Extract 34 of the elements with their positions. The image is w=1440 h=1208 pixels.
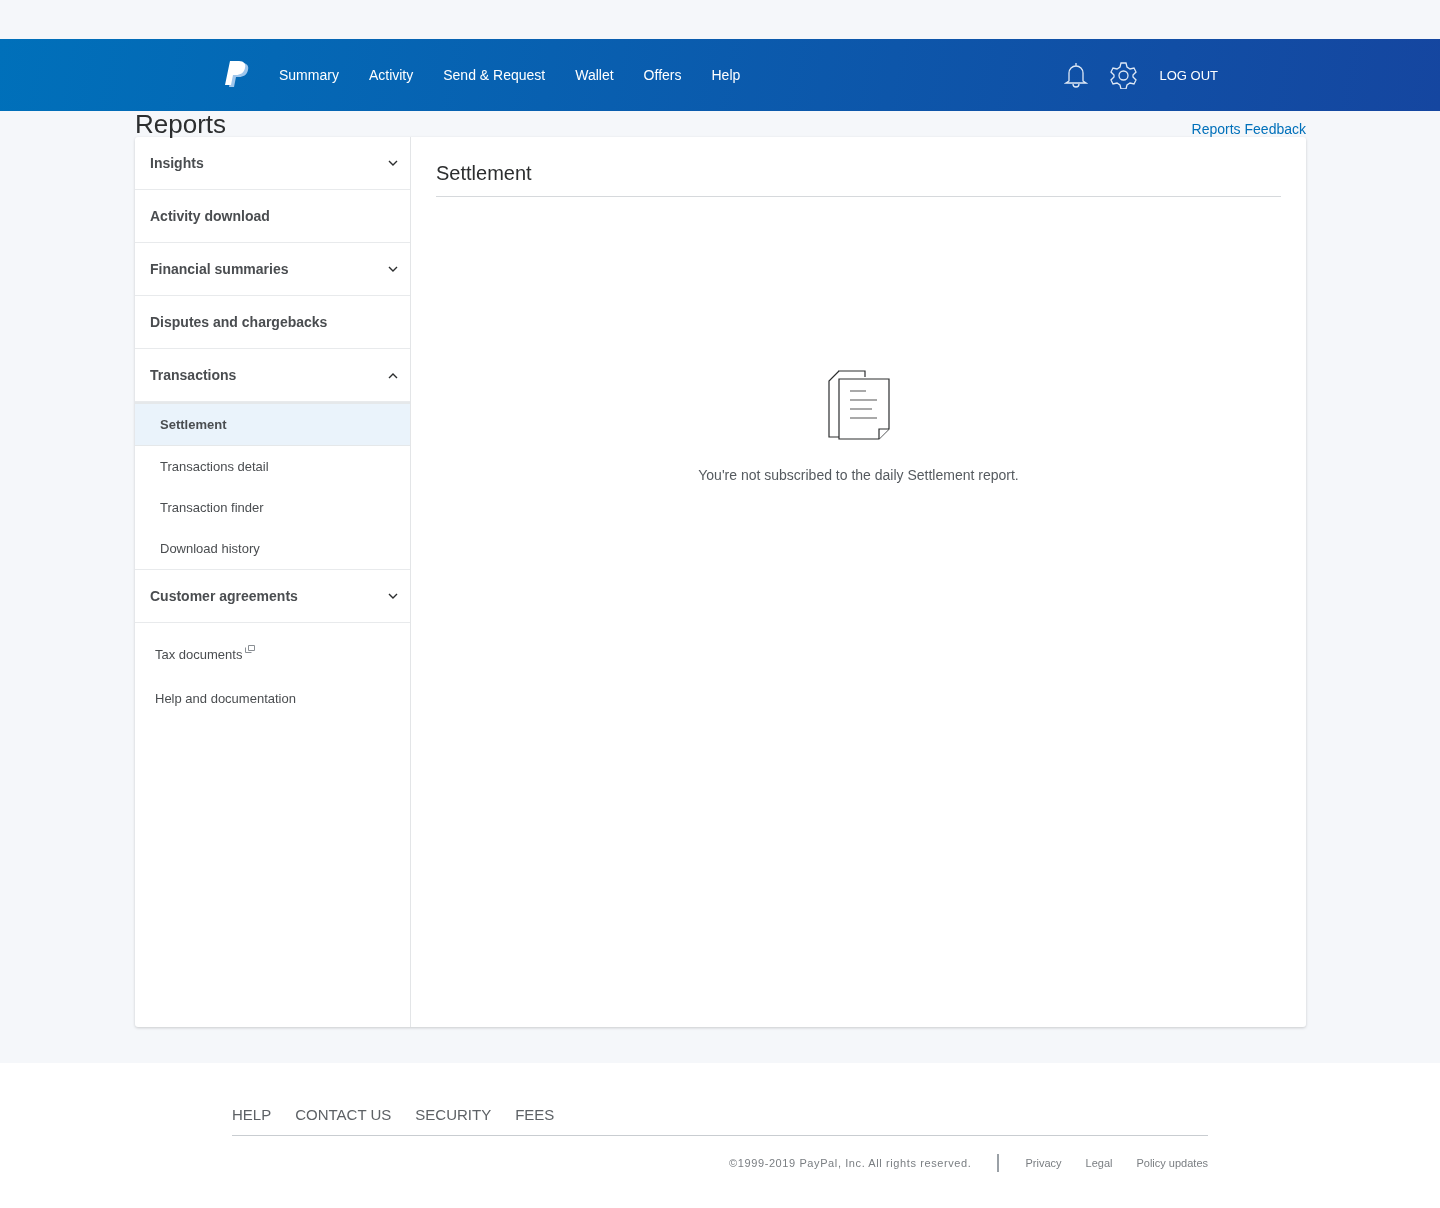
nav-link[interactable]: Wallet [575, 67, 614, 83]
sidebar-item[interactable]: Download history [135, 528, 410, 569]
sidebar-item[interactable]: Transactions detail [135, 446, 410, 487]
sidebar-link[interactable]: Tax documents [155, 647, 243, 662]
settings-icon[interactable] [1110, 61, 1138, 89]
section-title: Settlement [436, 137, 1281, 197]
nav-link[interactable]: Help [711, 67, 741, 83]
logout-link[interactable]: LOG OUT [1159, 67, 1218, 83]
documents-icon [826, 369, 891, 441]
nav-link[interactable]: Activity [368, 67, 414, 83]
nav-link[interactable]: Send & Request [443, 67, 546, 83]
feedback-link[interactable]: Reports Feedback [1191, 121, 1306, 137]
sidebar-section[interactable]: Insights [135, 137, 410, 190]
sidebar-section[interactable]: Financial summaries [135, 243, 410, 296]
page-title: Reports [135, 111, 227, 137]
footer-link[interactable]: FEES [515, 1106, 555, 1123]
sidebar-link[interactable]: Help and documentation [155, 691, 296, 706]
footer-link[interactable]: SECURITY [415, 1106, 492, 1123]
copyright-text: ©1999-2019 PayPal, Inc. All rights reserved. [729, 1157, 972, 1169]
sidebar-section[interactable]: Customer agreements [135, 570, 410, 623]
legal-link[interactable]: Policy updates [1136, 1157, 1208, 1169]
legal-link[interactable]: Privacy [1025, 1157, 1062, 1169]
nav-link[interactable]: Summary [279, 67, 339, 83]
logo-icon[interactable] [224, 60, 250, 90]
sidebar-section[interactable]: Activity download [135, 190, 410, 243]
footer-link[interactable]: CONTACT US [295, 1106, 392, 1123]
sidebar-item[interactable]: Settlement [135, 402, 410, 446]
sidebar-section[interactable]: Disputes and chargebacks [135, 296, 410, 349]
bell-icon[interactable] [1064, 62, 1089, 88]
footer-link[interactable]: HELP [232, 1106, 272, 1123]
legal-link[interactable]: Legal [1085, 1157, 1113, 1169]
nav-link[interactable]: Offers [643, 67, 682, 83]
sidebar-item[interactable]: Transaction finder [135, 487, 410, 528]
empty-message: You're not subscribed to the daily Settlement report. [698, 467, 1019, 483]
